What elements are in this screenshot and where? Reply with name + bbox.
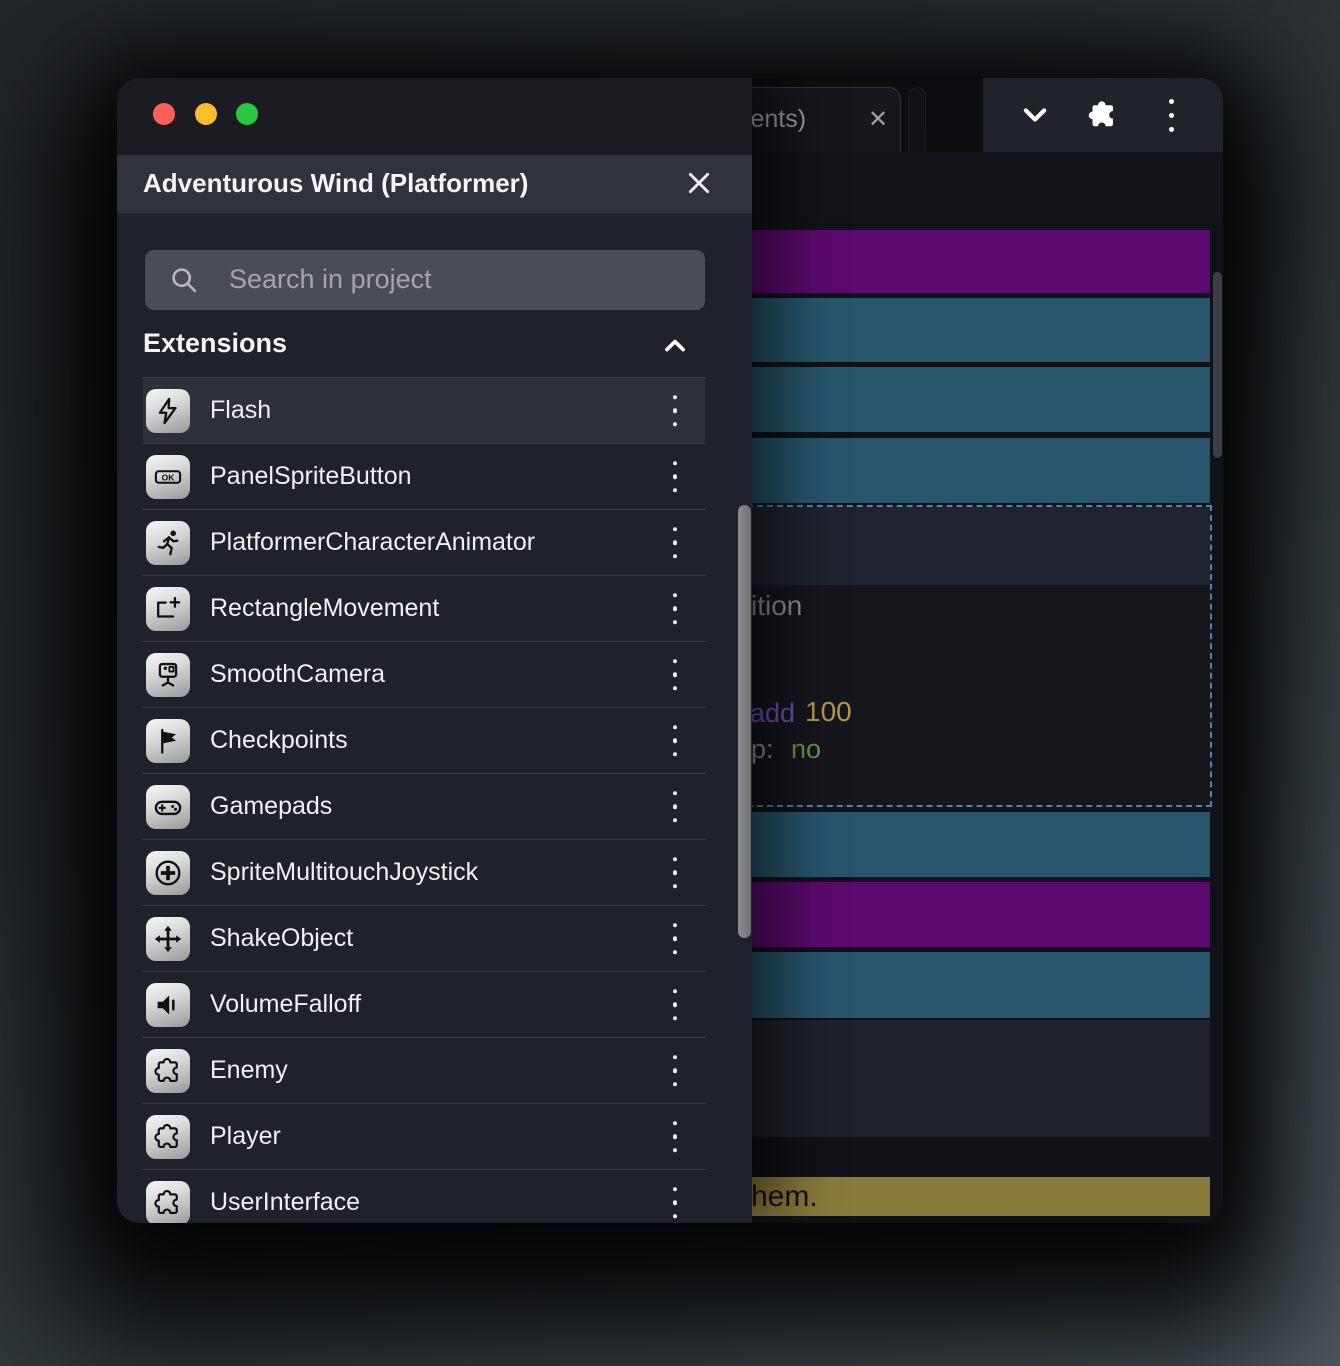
extensions-list: Flash OK PanelSpriteButton PlatformerCharac… [143,377,705,1223]
speaker-icon [146,982,190,1027]
extension-item-platformercharacteranimator[interactable]: PlatformerCharacterAnimator [143,510,705,576]
kebab-menu-icon[interactable] [672,988,677,1021]
extension-item-flash[interactable]: Flash [143,378,705,444]
extension-item-smoothcamera[interactable]: SmoothCamera [143,642,705,708]
kebab-menu-icon[interactable] [672,1120,677,1153]
events-scrollbar[interactable] [1213,272,1222,458]
extension-item-enemy[interactable]: Enemy [143,1038,705,1104]
traffic-light-zoom[interactable] [236,103,258,125]
extension-label: PanelSpriteButton [210,462,412,490]
extension-label: ShakeObject [210,924,354,952]
event-row[interactable] [752,952,1210,1018]
search-placeholder: Search in project [229,264,432,294]
extension-label: PlatformerCharacterAnimator [210,528,536,556]
joystick-icon [146,850,190,895]
extension-label: Enemy [210,1056,288,1084]
event-conditions-area [749,507,1210,585]
comment-row[interactable] [752,1177,1210,1216]
svg-text:OK: OK [162,472,176,482]
search-icon [169,265,199,295]
extension-item-panelspritebutton[interactable]: OK PanelSpriteButton [143,444,705,510]
close-panel-icon[interactable] [683,167,715,199]
puzzle-icon [146,1048,190,1093]
panel-scrollbar[interactable] [738,505,751,938]
puzzle-icon [146,1180,190,1223]
move-arrows-icon [146,916,190,961]
event-row[interactable] [752,812,1210,877]
extension-item-shakeobject[interactable]: ShakeObject [143,906,705,972]
kebab-menu-icon[interactable] [672,658,677,691]
macos-titlebar [117,78,752,155]
event-text-fragment: p: [751,734,774,764]
window-controls-bar [983,78,1223,152]
traffic-light-minimize[interactable] [195,103,217,125]
event-row[interactable] [752,298,1210,362]
kebab-menu-icon[interactable] [672,856,677,889]
kebab-menu-icon[interactable] [672,922,677,955]
chevron-up-icon[interactable] [660,330,690,360]
kebab-menu-icon[interactable] [672,592,677,625]
extension-item-player[interactable]: Player [143,1104,705,1170]
rectangle-move-icon [146,586,190,631]
extension-label: SmoothCamera [210,660,386,688]
event-row[interactable] [752,438,1210,503]
extension-item-checkpoints[interactable]: Checkpoints [143,708,705,774]
event-text-fragment: no [791,734,822,764]
runner-icon [146,520,190,565]
event-text-fragment: ition [751,590,803,621]
kebab-menu-icon[interactable] [1155,98,1189,132]
event-row[interactable] [752,230,1210,293]
kebab-menu-icon[interactable] [672,724,677,757]
event-row[interactable] [752,367,1210,432]
gamepad-icon [146,784,190,829]
extension-label: Gamepads [210,792,333,820]
kebab-menu-icon[interactable] [672,1186,677,1219]
extension-label: Player [210,1122,281,1150]
extension-item-userinterface[interactable]: UserInterface [143,1170,705,1223]
next-tab-edge[interactable] [908,87,926,153]
flash-icon [146,388,190,433]
extension-item-gamepads[interactable]: Gamepads [143,774,705,840]
extension-label: RectangleMovement [210,594,440,622]
tab-close-icon[interactable]: ✕ [868,105,888,134]
extension-label: Flash [210,396,272,424]
chevron-down-icon[interactable] [1018,98,1052,132]
extension-label: SpriteMultitouchJoystick [210,858,479,886]
kebab-menu-icon[interactable] [672,460,677,493]
puzzle-piece-icon[interactable] [1086,98,1120,132]
extension-item-rectanglemovement[interactable]: RectangleMovement [143,576,705,642]
traffic-light-close[interactable] [153,103,175,125]
kebab-menu-icon[interactable] [672,394,677,427]
extension-label: UserInterface [210,1188,361,1216]
comment-text: hem. [751,1180,818,1213]
puzzle-icon [146,1114,190,1159]
extension-label: Checkpoints [210,726,348,754]
camera-icon [146,652,190,697]
project-manager-panel: Adventurous Wind (Platformer) Search in … [117,78,752,1223]
flag-icon [146,718,190,763]
kebab-menu-icon[interactable] [672,526,677,559]
kebab-menu-icon[interactable] [672,790,677,823]
event-text-fragment: 100 [805,696,852,727]
kebab-menu-icon[interactable] [672,1054,677,1087]
extension-item-volumefalloff[interactable]: VolumeFalloff [143,972,705,1038]
search-input[interactable]: Search in project [145,250,705,310]
extension-label: VolumeFalloff [210,990,362,1018]
section-extensions-label: Extensions [143,328,288,358]
extension-item-spritemultitouchjoystick[interactable]: SpriteMultitouchJoystick [143,840,705,906]
event-text-fragment: add [750,698,796,728]
event-row[interactable] [752,882,1210,947]
panel-header: Adventurous Wind (Platformer) [117,155,752,213]
ok-button-icon: OK [146,454,190,499]
app-window: (Events) ✕ ition add 100 p: no hem. Adventuro… [117,78,1223,1223]
project-title: Adventurous Wind (Platformer) [143,168,529,198]
event-row[interactable] [752,1020,1210,1137]
